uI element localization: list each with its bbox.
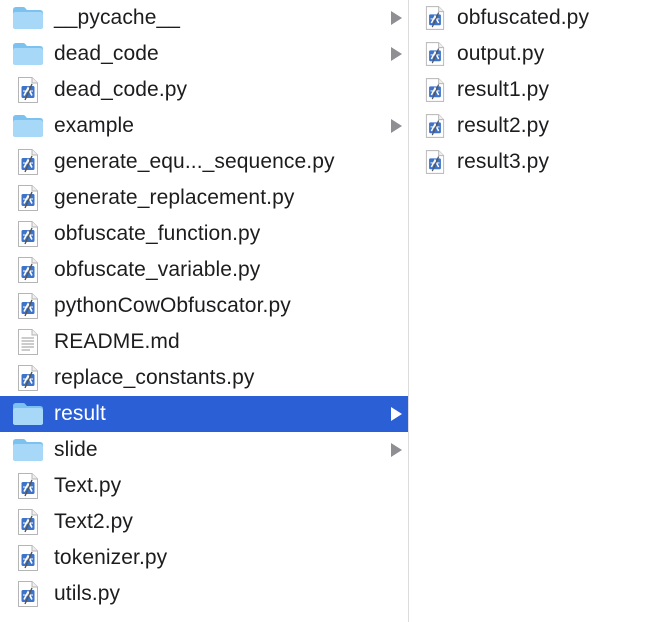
python-file-icon xyxy=(17,76,39,104)
item-generate-equ-sequence[interactable]: generate_equ..._sequence.py xyxy=(0,144,408,180)
item-label: tokenizer.py xyxy=(54,546,168,569)
item-obfuscated[interactable]: obfuscated.py xyxy=(409,0,658,36)
item-label: generate_equ..._sequence.py xyxy=(54,150,335,173)
folder-icon xyxy=(12,42,44,66)
item-label: dead_code.py xyxy=(54,78,188,101)
item-python-cow-obfuscator[interactable]: pythonCowObfuscator.py xyxy=(0,288,408,324)
item-obfuscate-variable[interactable]: obfuscate_variable.py xyxy=(0,252,408,288)
disclosure-arrow-icon[interactable] xyxy=(391,443,402,457)
disclosure-arrow-icon[interactable] xyxy=(391,119,402,133)
python-file-icon xyxy=(17,220,39,248)
item-label: slide xyxy=(54,438,98,461)
item-label: obfuscated.py xyxy=(457,6,590,29)
python-file-icon xyxy=(17,472,39,500)
item-label: README.md xyxy=(54,330,180,353)
item-utils[interactable]: utils.py xyxy=(0,576,408,612)
item-replace-constants[interactable]: replace_constants.py xyxy=(0,360,408,396)
python-file-icon xyxy=(17,256,39,284)
item-label: obfuscate_variable.py xyxy=(54,258,261,281)
item-label: replace_constants.py xyxy=(54,366,255,389)
item-label: result2.py xyxy=(457,114,550,137)
item-readme[interactable]: README.md xyxy=(0,324,408,360)
item-result[interactable]: result xyxy=(0,396,408,432)
item-result2[interactable]: result2.py xyxy=(409,108,658,144)
item-label: utils.py xyxy=(54,582,121,605)
item-obfuscate-function[interactable]: obfuscate_function.py xyxy=(0,216,408,252)
python-file-icon xyxy=(17,364,39,392)
folder-icon xyxy=(12,402,44,426)
folder-icon xyxy=(12,6,44,30)
item-label: result1.py xyxy=(457,78,550,101)
parent-column[interactable]: __pycache__ dead_code dead_code.pyexample g… xyxy=(0,0,408,622)
python-file-icon xyxy=(17,184,39,212)
item-dead-code-py[interactable]: dead_code.py xyxy=(0,72,408,108)
python-file-icon xyxy=(17,148,39,176)
item-example[interactable]: example xyxy=(0,108,408,144)
text-file-icon xyxy=(17,328,39,356)
item-result1[interactable]: result1.py xyxy=(409,72,658,108)
python-file-icon xyxy=(17,292,39,320)
item-tokenizer[interactable]: tokenizer.py xyxy=(0,540,408,576)
child-column[interactable]: obfuscated.py output.py result1.py result2.… xyxy=(409,0,658,622)
item-slide[interactable]: slide xyxy=(0,432,408,468)
python-file-icon xyxy=(17,544,39,572)
item-text-py[interactable]: Text.py xyxy=(0,468,408,504)
folder-icon xyxy=(12,438,44,462)
disclosure-arrow-icon[interactable] xyxy=(391,47,402,61)
item-text2-py[interactable]: Text2.py xyxy=(0,504,408,540)
item-label: example xyxy=(54,114,135,137)
python-file-icon xyxy=(17,508,39,536)
item-label: obfuscate_function.py xyxy=(54,222,261,245)
disclosure-arrow-icon[interactable] xyxy=(391,11,402,25)
item-label: Text2.py xyxy=(54,510,134,533)
python-file-icon xyxy=(17,580,39,608)
python-file-icon xyxy=(425,5,445,31)
item-label: result xyxy=(54,402,106,425)
item-label: result3.py xyxy=(457,150,550,173)
folder-icon xyxy=(12,114,44,138)
item-label: __pycache__ xyxy=(54,6,181,29)
item-label: generate_replacement.py xyxy=(54,186,295,209)
python-file-icon xyxy=(425,149,445,175)
python-file-icon xyxy=(425,77,445,103)
python-file-icon xyxy=(425,113,445,139)
item-dead-code-folder[interactable]: dead_code xyxy=(0,36,408,72)
item-label: output.py xyxy=(457,42,545,65)
item-result3[interactable]: result3.py xyxy=(409,144,658,180)
item-pycache[interactable]: __pycache__ xyxy=(0,0,408,36)
python-file-icon xyxy=(425,41,445,67)
item-output[interactable]: output.py xyxy=(409,36,658,72)
item-label: dead_code xyxy=(54,42,159,65)
column-browser: __pycache__ dead_code dead_code.pyexample g… xyxy=(0,0,658,622)
disclosure-arrow-icon[interactable] xyxy=(391,407,402,421)
item-generate-replacement[interactable]: generate_replacement.py xyxy=(0,180,408,216)
item-label: Text.py xyxy=(54,474,122,497)
item-label: pythonCowObfuscator.py xyxy=(54,294,291,317)
